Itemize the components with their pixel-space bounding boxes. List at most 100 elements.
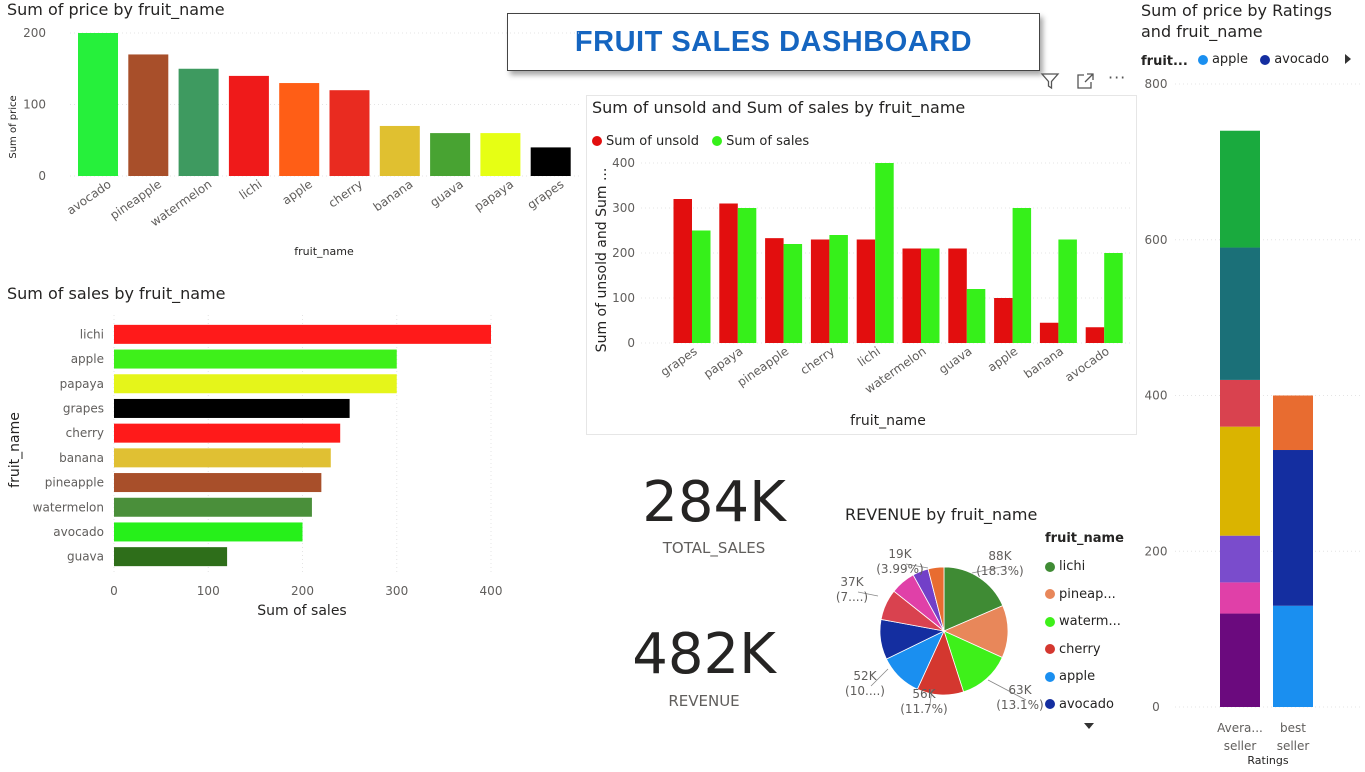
ratings-y-tick: 0 [1152, 700, 1160, 714]
price-x-axis-label: fruit_name [294, 245, 354, 258]
pie-label-percent: (3.99%) [876, 562, 923, 576]
unsold-sales-x-tick: cherry [798, 344, 837, 377]
revenue-legend-item[interactable]: waterm... [1045, 608, 1145, 636]
ratings-x-tick: Avera... [1217, 721, 1263, 735]
kpi-revenue-value: 482K [632, 622, 776, 687]
kpi-total-sales-label: TOTAL_SALES [662, 539, 766, 557]
pie-label-value: 37K [840, 575, 864, 589]
unsold-sales-bar-sum-of-sales-guava [966, 289, 986, 343]
sales-y-axis-label: fruit_name [7, 412, 23, 488]
sales-bar-banana [114, 448, 331, 468]
pie-label-value: 52K [853, 669, 877, 683]
unsold-sales-bar-sum-of-unsold-lichi [856, 239, 876, 343]
unsold-sales-legend: Sum of unsold Sum of sales [592, 131, 817, 150]
revenue-legend-label: waterm... [1059, 614, 1121, 630]
revenue-legend-dot [1045, 561, 1055, 572]
unsold-sales-bar-sum-of-sales-pineapple [783, 244, 803, 343]
ratings-x-tick: seller [1277, 739, 1310, 753]
unsold-sales-x-tick: grapes [658, 344, 700, 379]
price-x-tick: avocado [64, 177, 114, 218]
dashboard-title: FRUIT SALES DASHBOARD [574, 25, 973, 58]
unsold-sales-y-tick: 300 [612, 201, 635, 215]
pie-label-percent: (11.7%) [900, 702, 947, 716]
pie-label-percent: (7....) [836, 590, 868, 604]
ratings-legend-dot-apple [1197, 54, 1208, 65]
revenue-legend-dot [1045, 644, 1055, 655]
revenue-legend-dot [1045, 589, 1055, 600]
unsold-sales-y-axis-label: Sum of unsold and Sum ... [594, 168, 610, 353]
price-bar-cherry [329, 90, 370, 176]
sales-bar-papaya [114, 374, 397, 394]
price-bar-watermelon [178, 68, 219, 176]
unsold-sales-bar-sum-of-unsold-avocado [1085, 327, 1105, 343]
ratings-stack-segment [1220, 130, 1260, 248]
unsold-sales-bar-sum-of-unsold-apple [994, 298, 1013, 343]
pie-label-value: 19K [888, 547, 912, 561]
price-x-tick: apple [280, 177, 315, 208]
legend-scroll-down-icon[interactable] [1083, 722, 1095, 730]
ratings-legend-label-avocado: avocado [1274, 52, 1330, 67]
ratings-stack-segment [1220, 247, 1260, 380]
revenue-legend-dot [1045, 671, 1055, 682]
ratings-legend-avocado[interactable]: avocado [1260, 52, 1329, 67]
more-options-icon[interactable]: ··· [1108, 68, 1126, 87]
price-x-tick: guava [427, 177, 465, 210]
sales-chart-title: Sum of sales by fruit_name [7, 284, 226, 303]
revenue-legend-item[interactable]: avocado [1045, 691, 1145, 719]
revenue-legend-item[interactable]: lichi [1045, 553, 1145, 581]
unsold-sales-y-tick: 100 [612, 291, 635, 305]
legend-label-sales: Sum of sales [726, 133, 810, 149]
revenue-legend-label: avocado [1059, 696, 1114, 712]
unsold-sales-bar-sum-of-unsold-papaya [719, 203, 738, 343]
revenue-legend-item[interactable]: apple [1045, 663, 1145, 691]
dashboard-title-box: FRUIT SALES DASHBOARD [507, 13, 1040, 71]
revenue-legend-label: apple [1059, 669, 1096, 685]
price-chart: 0100200 avocadopineapplewatermelon lichi a… [8, 26, 580, 258]
ratings-title-line2: and fruit_name [1141, 22, 1263, 41]
revenue-legend-label: lichi [1059, 559, 1086, 575]
pie-label-percent: (13.1%) [996, 698, 1043, 712]
pie-label-percent: (18.3%) [976, 564, 1023, 578]
ratings-x-tick: seller [1224, 739, 1257, 753]
ratings-y-tick: 400 [1145, 389, 1168, 403]
kpi-total-sales-value: 284K [642, 470, 786, 535]
revenue-legend-item[interactable]: pineap... [1045, 581, 1145, 609]
ratings-stack-segment [1273, 450, 1313, 606]
unsold-sales-x-tick: apple [985, 344, 1020, 375]
sales-bar-avocado [114, 522, 303, 542]
unsold-sales-bar-sum-of-sales-banana [1058, 239, 1077, 343]
focus-mode-icon[interactable] [1076, 72, 1096, 90]
legend-item-unsold[interactable]: Sum of unsold [592, 134, 699, 149]
ratings-stack-segment [1220, 426, 1260, 536]
revenue-legend-dot [1045, 616, 1055, 627]
ratings-legend: fruit... apple avocado [1141, 52, 1337, 69]
ratings-x-tick: best [1280, 721, 1306, 735]
unsold-sales-bar-sum-of-unsold-watermelon [902, 248, 921, 343]
ratings-stack-segment [1273, 605, 1313, 707]
filter-icon[interactable] [1040, 72, 1060, 90]
price-x-tick: lichi [237, 177, 265, 202]
legend-item-sales[interactable]: Sum of sales [712, 134, 809, 149]
revenue-legend-item[interactable]: cherry [1045, 636, 1145, 664]
unsold-sales-bar-sum-of-sales-apple [1012, 208, 1032, 343]
unsold-sales-x-tick: banana [1021, 344, 1066, 381]
pie-label-value: 63K [1008, 683, 1032, 697]
unsold-sales-x-tick: pineapple [735, 344, 792, 389]
unsold-sales-bar-sum-of-sales-grapes [692, 230, 711, 343]
legend-label-unsold: Sum of unsold [606, 133, 700, 149]
legend-next-icon[interactable] [1343, 53, 1353, 65]
ratings-legend-apple[interactable]: apple [1197, 52, 1248, 67]
legend-dot-sales [712, 136, 723, 146]
revenue-legend-label: cherry [1059, 641, 1101, 657]
price-bar-banana [379, 125, 420, 176]
price-chart-title: Sum of price by fruit_name [7, 0, 225, 19]
sales-x-tick: 0 [110, 584, 118, 598]
sales-bar-apple [114, 349, 397, 369]
sales-chart: lichi apple papaya grapes cherry banana pineap… [7, 315, 502, 619]
sales-y-tick: pineapple [45, 476, 104, 490]
ratings-title-line1: Sum of price by Ratings [1141, 1, 1333, 20]
price-y-tick: 100 [23, 98, 46, 112]
ratings-y-tick: 600 [1145, 233, 1168, 247]
price-bar-lichi [228, 75, 269, 176]
sales-y-tick: cherry [66, 426, 104, 440]
